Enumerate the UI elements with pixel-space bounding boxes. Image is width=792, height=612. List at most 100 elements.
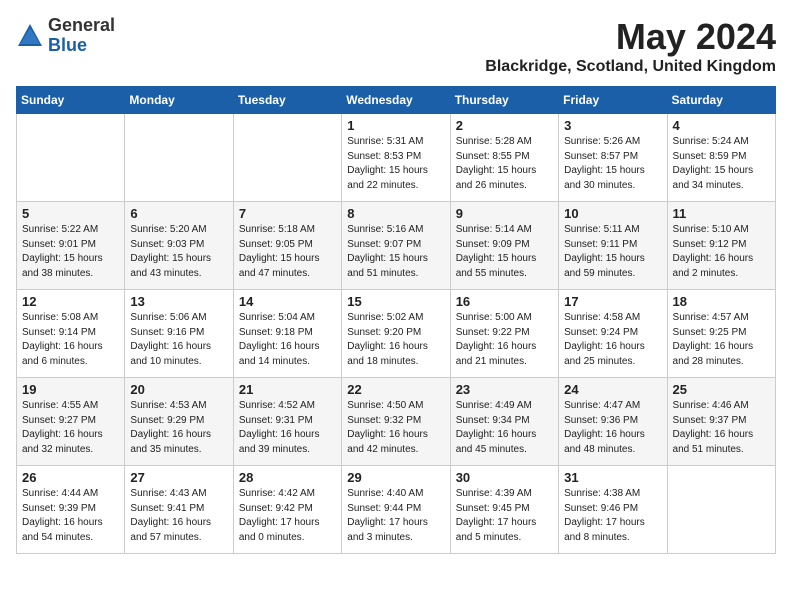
day-cell: 8 Sunrise: 5:16 AM Sunset: 9:07 PM Daylig… (342, 202, 450, 290)
day-cell: 9 Sunrise: 5:14 AM Sunset: 9:09 PM Daylig… (450, 202, 558, 290)
column-header-thursday: Thursday (450, 87, 558, 114)
day-info: Sunrise: 5:08 AM Sunset: 9:14 PM Dayligh… (22, 311, 119, 369)
day-cell: 24 Sunrise: 4:47 AM Sunset: 9:36 PM Dayli… (559, 378, 667, 466)
day-cell (17, 114, 125, 202)
day-number: 20 (130, 382, 227, 397)
day-info: Sunrise: 5:16 AM Sunset: 9:07 PM Dayligh… (347, 223, 444, 281)
day-number: 24 (564, 382, 661, 397)
location: Blackridge, Scotland, United Kingdom (485, 58, 776, 76)
day-number: 15 (347, 294, 444, 309)
day-cell: 21 Sunrise: 4:52 AM Sunset: 9:31 PM Dayli… (233, 378, 341, 466)
day-number: 28 (239, 470, 336, 485)
day-cell: 2 Sunrise: 5:28 AM Sunset: 8:55 PM Daylig… (450, 114, 558, 202)
day-cell: 10Sunrise: 5:11 AM Sunset: 9:11 PM Dayli… (559, 202, 667, 290)
day-number: 27 (130, 470, 227, 485)
column-header-wednesday: Wednesday (342, 87, 450, 114)
column-header-friday: Friday (559, 87, 667, 114)
day-info: Sunrise: 4:55 AM Sunset: 9:27 PM Dayligh… (22, 399, 119, 457)
day-info: Sunrise: 4:43 AM Sunset: 9:41 PM Dayligh… (130, 487, 227, 545)
day-number: 23 (456, 382, 553, 397)
day-number: 3 (564, 118, 661, 133)
column-header-monday: Monday (125, 87, 233, 114)
day-info: Sunrise: 4:42 AM Sunset: 9:42 PM Dayligh… (239, 487, 336, 545)
day-info: Sunrise: 4:52 AM Sunset: 9:31 PM Dayligh… (239, 399, 336, 457)
day-cell: 13 Sunrise: 5:06 AM Sunset: 9:16 PM Dayli… (125, 290, 233, 378)
day-number: 19 (22, 382, 119, 397)
day-info: Sunrise: 4:57 AM Sunset: 9:25 PM Dayligh… (673, 311, 770, 369)
day-cell: 30Sunrise: 4:39 AM Sunset: 9:45 PM Dayli… (450, 466, 558, 554)
day-cell (667, 466, 775, 554)
day-cell: 19 Sunrise: 4:55 AM Sunset: 9:27 PM Dayli… (17, 378, 125, 466)
day-number: 5 (22, 206, 119, 221)
day-info: Sunrise: 4:58 AM Sunset: 9:24 PM Dayligh… (564, 311, 661, 369)
day-number: 2 (456, 118, 553, 133)
calendar-table: SundayMondayTuesdayWednesdayThursdayFrid… (16, 86, 776, 554)
day-cell: 11 Sunrise: 5:10 AM Sunset: 9:12 PM Dayli… (667, 202, 775, 290)
day-cell: 20 Sunrise: 4:53 AM Sunset: 9:29 PM Dayli… (125, 378, 233, 466)
day-number: 31 (564, 470, 661, 485)
day-cell: 23Sunrise: 4:49 AM Sunset: 9:34 PM Dayli… (450, 378, 558, 466)
day-info: Sunrise: 5:02 AM Sunset: 9:20 PM Dayligh… (347, 311, 444, 369)
calendar-header-row: SundayMondayTuesdayWednesdayThursdayFrid… (17, 87, 776, 114)
day-number: 8 (347, 206, 444, 221)
column-header-saturday: Saturday (667, 87, 775, 114)
day-number: 17 (564, 294, 661, 309)
day-number: 1 (347, 118, 444, 133)
day-cell: 28 Sunrise: 4:42 AM Sunset: 9:42 PM Dayli… (233, 466, 341, 554)
day-info: Sunrise: 5:28 AM Sunset: 8:55 PM Dayligh… (456, 135, 553, 193)
day-number: 29 (347, 470, 444, 485)
day-info: Sunrise: 5:22 AM Sunset: 9:01 PM Dayligh… (22, 223, 119, 281)
day-number: 14 (239, 294, 336, 309)
day-cell: 5 Sunrise: 5:22 AM Sunset: 9:01 PM Daylig… (17, 202, 125, 290)
week-row-5: 26Sunrise: 4:44 AM Sunset: 9:39 PM Dayli… (17, 466, 776, 554)
day-cell: 4 Sunrise: 5:24 AM Sunset: 8:59 PM Daylig… (667, 114, 775, 202)
day-info: Sunrise: 5:14 AM Sunset: 9:09 PM Dayligh… (456, 223, 553, 281)
day-number: 7 (239, 206, 336, 221)
day-cell (233, 114, 341, 202)
title-block: May 2024 Blackridge, Scotland, United Ki… (485, 16, 776, 76)
day-cell: 15 Sunrise: 5:02 AM Sunset: 9:20 PM Dayli… (342, 290, 450, 378)
day-cell: 3Sunrise: 5:26 AM Sunset: 8:57 PM Daylig… (559, 114, 667, 202)
logo: General Blue (16, 16, 115, 56)
day-number: 18 (673, 294, 770, 309)
day-number: 4 (673, 118, 770, 133)
day-info: Sunrise: 4:53 AM Sunset: 9:29 PM Dayligh… (130, 399, 227, 457)
day-cell: 27 Sunrise: 4:43 AM Sunset: 9:41 PM Dayli… (125, 466, 233, 554)
day-cell: 29 Sunrise: 4:40 AM Sunset: 9:44 PM Dayli… (342, 466, 450, 554)
day-cell: 16 Sunrise: 5:00 AM Sunset: 9:22 PM Dayli… (450, 290, 558, 378)
day-info: Sunrise: 5:18 AM Sunset: 9:05 PM Dayligh… (239, 223, 336, 281)
day-number: 9 (456, 206, 553, 221)
logo-blue-text: Blue (48, 36, 115, 56)
logo-icon (16, 22, 44, 50)
day-info: Sunrise: 5:10 AM Sunset: 9:12 PM Dayligh… (673, 223, 770, 281)
day-cell (125, 114, 233, 202)
day-cell: 22 Sunrise: 4:50 AM Sunset: 9:32 PM Dayli… (342, 378, 450, 466)
day-cell: 25 Sunrise: 4:46 AM Sunset: 9:37 PM Dayli… (667, 378, 775, 466)
day-info: Sunrise: 4:50 AM Sunset: 9:32 PM Dayligh… (347, 399, 444, 457)
day-info: Sunrise: 4:47 AM Sunset: 9:36 PM Dayligh… (564, 399, 661, 457)
day-info: Sunrise: 4:44 AM Sunset: 9:39 PM Dayligh… (22, 487, 119, 545)
day-cell: 17 Sunrise: 4:58 AM Sunset: 9:24 PM Dayli… (559, 290, 667, 378)
day-number: 16 (456, 294, 553, 309)
week-row-3: 12Sunrise: 5:08 AM Sunset: 9:14 PM Dayli… (17, 290, 776, 378)
day-number: 13 (130, 294, 227, 309)
day-number: 25 (673, 382, 770, 397)
day-cell: 14Sunrise: 5:04 AM Sunset: 9:18 PM Dayli… (233, 290, 341, 378)
day-info: Sunrise: 4:38 AM Sunset: 9:46 PM Dayligh… (564, 487, 661, 545)
day-cell: 26Sunrise: 4:44 AM Sunset: 9:39 PM Dayli… (17, 466, 125, 554)
day-info: Sunrise: 5:06 AM Sunset: 9:16 PM Dayligh… (130, 311, 227, 369)
day-number: 22 (347, 382, 444, 397)
page-header: General Blue May 2024 Blackridge, Scotla… (16, 16, 776, 76)
day-info: Sunrise: 4:40 AM Sunset: 9:44 PM Dayligh… (347, 487, 444, 545)
day-info: Sunrise: 5:24 AM Sunset: 8:59 PM Dayligh… (673, 135, 770, 193)
day-cell: 6Sunrise: 5:20 AM Sunset: 9:03 PM Daylig… (125, 202, 233, 290)
day-cell: 31 Sunrise: 4:38 AM Sunset: 9:46 PM Dayli… (559, 466, 667, 554)
day-info: Sunrise: 4:46 AM Sunset: 9:37 PM Dayligh… (673, 399, 770, 457)
day-number: 21 (239, 382, 336, 397)
day-info: Sunrise: 5:00 AM Sunset: 9:22 PM Dayligh… (456, 311, 553, 369)
day-number: 30 (456, 470, 553, 485)
month-title: May 2024 (485, 16, 776, 58)
day-cell: 12Sunrise: 5:08 AM Sunset: 9:14 PM Dayli… (17, 290, 125, 378)
day-number: 11 (673, 206, 770, 221)
day-cell: 18 Sunrise: 4:57 AM Sunset: 9:25 PM Dayli… (667, 290, 775, 378)
